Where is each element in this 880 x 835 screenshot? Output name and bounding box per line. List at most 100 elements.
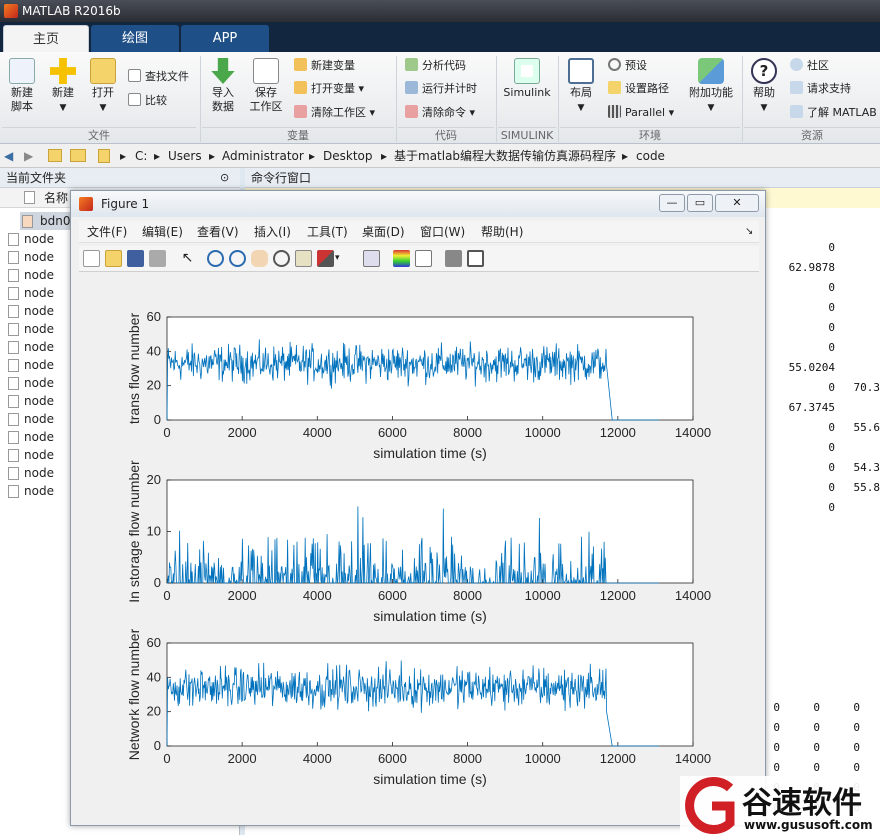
request-support-link[interactable]: 请求支持 [790, 81, 851, 97]
path-crumb[interactable]: code [636, 144, 665, 168]
legend-icon[interactable] [415, 250, 432, 267]
command-window-title: 命令行窗口 [245, 168, 880, 188]
run-and-time-button[interactable]: 运行并计时 [405, 81, 477, 97]
learn-matlab-link[interactable]: 了解 MATLAB [790, 105, 877, 121]
file-item[interactable]: node [8, 266, 54, 284]
clear-workspace-button[interactable]: 清除工作区 ▾ [294, 105, 375, 121]
file-icon [8, 431, 19, 444]
import-data-button[interactable]: 导入 数据 [206, 58, 240, 114]
x-tick-label: 10000 [525, 425, 561, 440]
path-crumb[interactable]: Administrator [222, 144, 304, 168]
addons-button[interactable]: 附加功能 ▼ [686, 58, 736, 115]
command-output-value: 54.3 [853, 461, 880, 474]
file-item[interactable]: node [8, 338, 54, 356]
file-item[interactable]: node [8, 302, 54, 320]
find-files-button[interactable]: 查找文件 [128, 69, 189, 85]
rotate-3d-icon[interactable] [273, 250, 290, 267]
file-item[interactable]: node [8, 410, 54, 428]
file-item[interactable]: node [8, 230, 54, 248]
tab-plots[interactable]: 绘图 [91, 25, 179, 52]
menu-tools[interactable]: 工具(T) [307, 224, 348, 240]
matlab-logo-icon [79, 197, 93, 211]
browse-folder-icon[interactable] [70, 149, 86, 162]
find-files-label: 查找文件 [145, 70, 189, 83]
up-folder-icon[interactable] [48, 149, 62, 162]
data-cursor-icon[interactable] [295, 250, 312, 267]
simulink-label: Simulink [503, 86, 551, 99]
menu-view[interactable]: 查看(V) [197, 224, 239, 240]
menu-desktop[interactable]: 桌面(D) [362, 224, 405, 240]
hide-plot-tools-icon[interactable] [445, 250, 462, 267]
path-crumb[interactable]: 基于matlab编程大数据传输仿真源码程序 [394, 144, 616, 168]
analyze-code-icon [405, 58, 418, 71]
file-item[interactable]: node [8, 356, 54, 374]
file-item[interactable]: node [8, 320, 54, 338]
zoom-in-icon[interactable] [207, 250, 224, 267]
new-figure-icon[interactable] [83, 250, 100, 267]
y-axis-label: trans flow number [126, 313, 142, 425]
minimize-icon[interactable]: — [659, 194, 685, 212]
show-plot-tools-icon[interactable] [467, 250, 484, 267]
menu-window[interactable]: 窗口(W) [420, 224, 465, 240]
file-item[interactable]: node [8, 446, 54, 464]
file-item[interactable]: node [8, 374, 54, 392]
pointer-icon[interactable]: ↖ [179, 250, 196, 267]
save-workspace-button[interactable]: 保存 工作区 [246, 58, 286, 114]
tab-home[interactable]: 主页 [3, 25, 89, 52]
new-variable-button[interactable]: 新建变量 [294, 58, 355, 74]
tab-apps[interactable]: APP [181, 25, 269, 52]
open-file-icon[interactable] [105, 250, 122, 267]
save-icon[interactable] [127, 250, 144, 267]
file-item[interactable]: node [8, 392, 54, 410]
file-item[interactable]: node [8, 248, 54, 266]
open-button[interactable]: 打开 ▼ [86, 58, 120, 115]
command-output-value: 55.8 [853, 481, 880, 494]
parallel-button[interactable]: Parallel ▾ [608, 105, 674, 121]
file-item[interactable]: node [8, 284, 54, 302]
new-button[interactable]: 新建 ▼ [46, 58, 80, 115]
menu-insert[interactable]: 插入(I) [254, 224, 291, 240]
menu-file[interactable]: 文件(F) [87, 224, 127, 240]
clear-commands-button[interactable]: 清除命令 ▾ [405, 105, 475, 121]
file-item[interactable]: node [8, 482, 54, 500]
path-crumb[interactable]: Desktop [323, 144, 373, 168]
file-icon [8, 449, 19, 462]
brush-icon[interactable] [317, 250, 334, 267]
preferences-button[interactable]: 预设 [608, 58, 647, 74]
compare-button[interactable]: 比较 [128, 93, 167, 109]
link-plot-icon[interactable] [363, 250, 380, 267]
panel-menu-icon[interactable]: ⊙ [220, 168, 229, 188]
simulink-button[interactable]: Simulink [502, 58, 552, 100]
ribbon: 新建 脚本 新建 ▼ 打开 ▼ 查找文件 比较 导入 数据 保存 工作区 新建变量 … [0, 52, 880, 144]
pan-hand-icon[interactable] [251, 250, 268, 267]
dock-arrow-icon[interactable]: ↘ [745, 224, 753, 240]
brush-dropdown-icon[interactable]: ▾ [335, 250, 343, 267]
menu-help[interactable]: 帮助(H) [481, 224, 523, 240]
menu-edit[interactable]: 编辑(E) [142, 224, 183, 240]
colorbar-icon[interactable] [393, 250, 410, 267]
file-item[interactable]: node [8, 428, 54, 446]
layout-button[interactable]: 布局 ▼ [564, 58, 598, 115]
file-item[interactable]: node [8, 464, 54, 482]
clear-workspace-icon [294, 105, 307, 118]
set-path-button[interactable]: 设置路径 [608, 81, 669, 97]
path-crumb[interactable]: Users [168, 144, 202, 168]
open-variable-button[interactable]: 打开变量 ▾ [294, 81, 364, 97]
zoom-out-icon[interactable] [229, 250, 246, 267]
help-button[interactable]: ? 帮助 ▼ [748, 58, 780, 115]
y-tick-label: 0 [154, 575, 161, 590]
forward-arrow-icon[interactable]: ▶ [24, 144, 33, 168]
command-output-value: 0 [828, 341, 835, 354]
path-crumb[interactable]: C: [135, 144, 147, 168]
maximize-icon[interactable]: ▭ [687, 194, 713, 212]
back-arrow-icon[interactable]: ◀ [4, 144, 13, 168]
new-script-button[interactable]: 新建 脚本 [4, 58, 40, 114]
analyze-code-button[interactable]: 分析代码 [405, 58, 466, 74]
close-icon[interactable]: ✕ [715, 194, 759, 212]
import-arrow-icon [211, 58, 235, 84]
x-tick-label: 14000 [675, 588, 711, 603]
community-link[interactable]: 社区 [790, 58, 829, 74]
command-output-value: 0 [813, 761, 820, 774]
print-icon[interactable] [149, 250, 166, 267]
watermark-url: www.gususoft.com [744, 818, 873, 832]
